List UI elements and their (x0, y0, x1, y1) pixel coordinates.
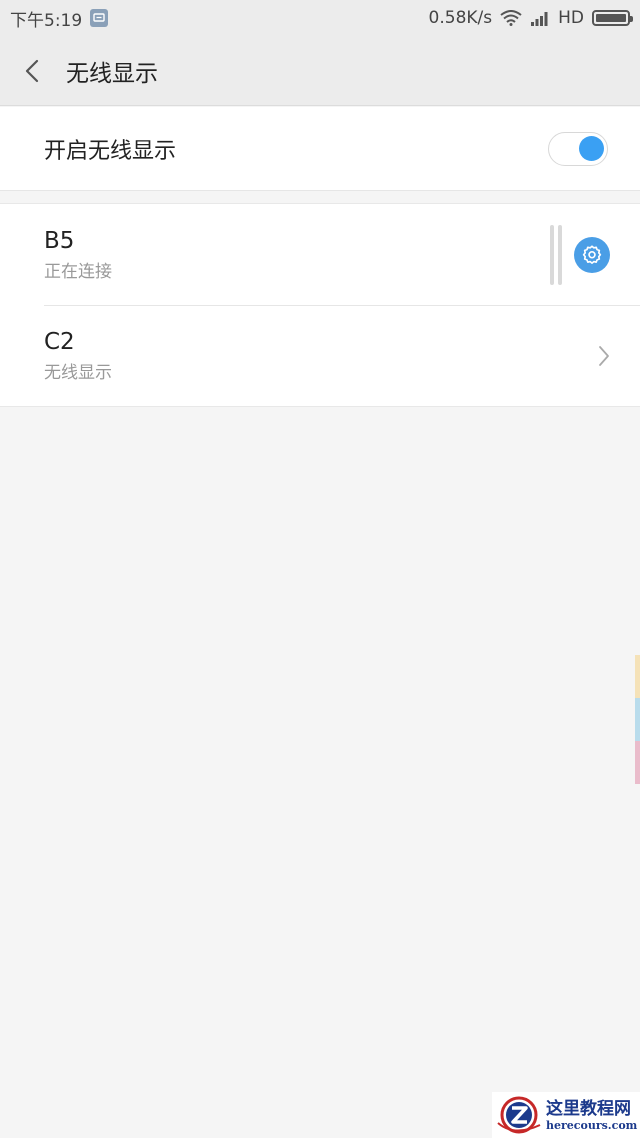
app-header: 无线显示 (0, 36, 640, 106)
wifi-icon (500, 10, 522, 26)
wireless-display-toggle-row: 开启无线显示 (0, 107, 640, 191)
page-title: 无线显示 (66, 60, 158, 87)
watermark-subtitle: herecours.com (546, 1118, 638, 1132)
device-status: 无线显示 (44, 363, 112, 383)
device-row-c2[interactable]: C2 无线显示 (0, 305, 640, 406)
message-notification-icon (90, 9, 109, 27)
chevron-right-icon (599, 345, 609, 366)
net-speed: 0.58K/s (428, 8, 493, 28)
device-text: B5 正在连接 (44, 227, 112, 282)
battery-icon (592, 10, 633, 26)
side-tab[interactable] (635, 741, 640, 784)
side-tab[interactable] (635, 698, 640, 741)
watermark-text: 这里教程网 herecours.com (546, 1099, 637, 1132)
network-type: HD (558, 8, 584, 28)
toggle-knob (579, 135, 604, 161)
side-tab[interactable] (635, 655, 640, 698)
device-text: C2 无线显示 (44, 328, 112, 383)
cell-signal-icon (530, 10, 550, 26)
device-row-b5[interactable]: B5 正在连接 (0, 204, 640, 305)
device-status: 正在连接 (44, 262, 112, 282)
status-time: 下午5:19 (10, 10, 83, 31)
battery-fill (596, 14, 626, 22)
toggle-label: 开启无线显示 (44, 138, 177, 164)
watermark: 这里教程网 herecours.com (492, 1092, 640, 1138)
device-list: B5 正在连接 C2 无线显示 (0, 203, 640, 407)
status-left: 下午5:19 (10, 6, 109, 31)
back-arrow-icon (25, 59, 39, 82)
settings-gear-icon (582, 244, 602, 264)
wireless-display-switch[interactable] (548, 131, 608, 166)
watermark-title: 这里教程网 (546, 1098, 631, 1119)
status-right: 0.58K/s HD (428, 8, 633, 28)
back-button[interactable] (0, 36, 64, 106)
device-name: B5 (44, 228, 75, 254)
side-tabs (635, 655, 640, 784)
connecting-indicator (550, 224, 562, 285)
watermark-logo-icon (497, 1096, 541, 1134)
device-settings-button[interactable] (574, 236, 610, 273)
device-name: C2 (44, 329, 75, 355)
device-actions (550, 224, 610, 285)
status-bar: 下午5:19 0.58K/s HD (0, 0, 640, 36)
